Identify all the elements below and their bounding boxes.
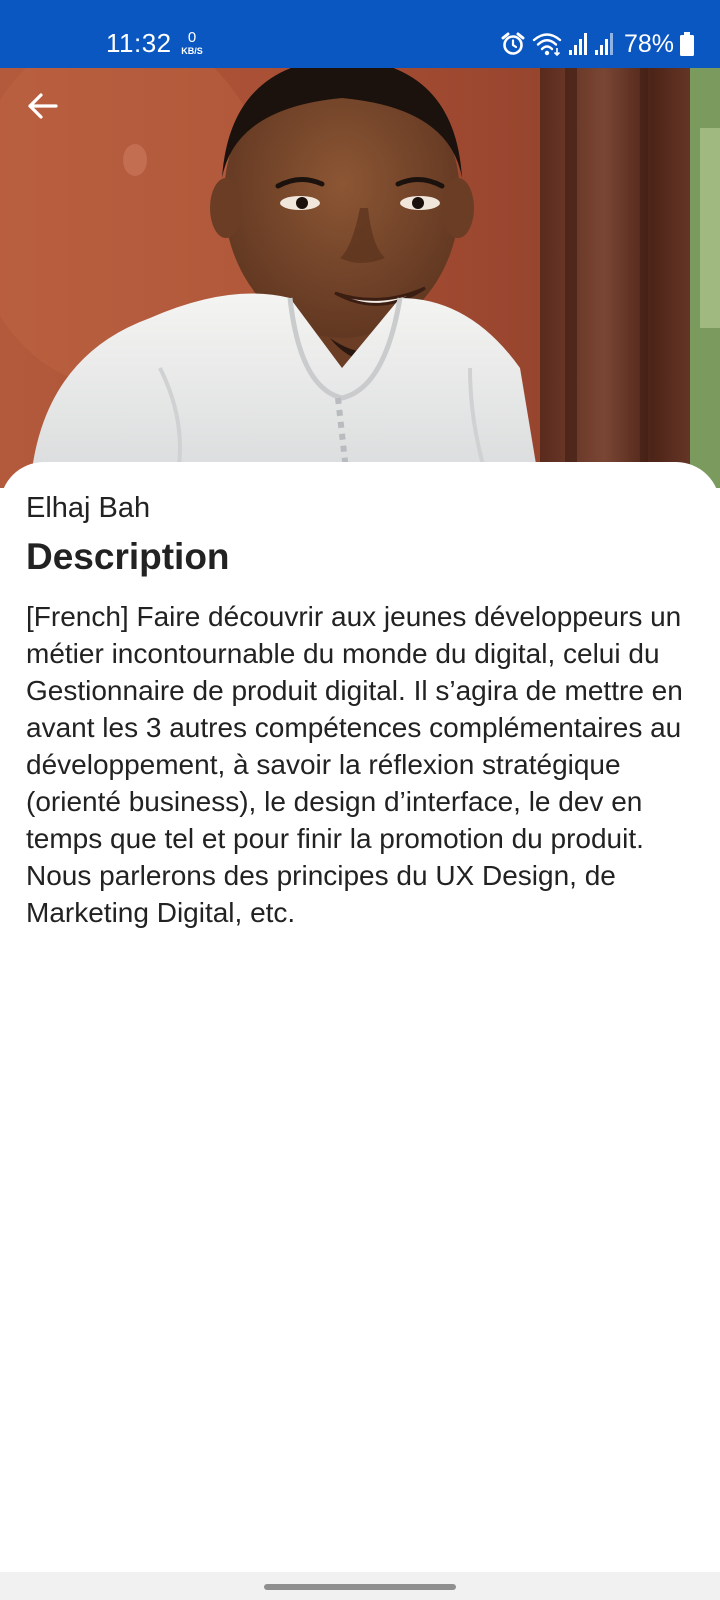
description-text: [French] Faire découvrir aux jeunes déve… [26,601,683,928]
wifi-icon [532,31,562,57]
details-sheet: Elhaj Bah Description [French] Faire déc… [0,462,720,1572]
network-speed-value: 0 [187,29,197,46]
battery-icon [680,32,694,56]
signal-icon [568,32,588,56]
status-icons: 78% [500,28,694,60]
speaker-name: Elhaj Bah [26,492,151,524]
screen: 11:32 0 KB/S 78% Elhaj Bah Description [… [0,0,720,1600]
network-speed-unit: KB/S [181,46,203,56]
navigation-bar [0,1572,720,1600]
section-title: Description [26,536,230,577]
signal-icon [594,32,614,56]
back-button[interactable] [18,84,66,132]
status-bar: 11:32 0 KB/S 78% [0,0,720,68]
alarm-icon [500,31,526,57]
status-time: 11:32 [106,28,172,58]
network-speed: 0 KB/S [178,30,206,56]
battery-percent: 78% [623,29,674,58]
arrow-left-icon [26,92,58,125]
speaker-photo [0,68,720,488]
home-indicator[interactable] [264,1584,456,1590]
